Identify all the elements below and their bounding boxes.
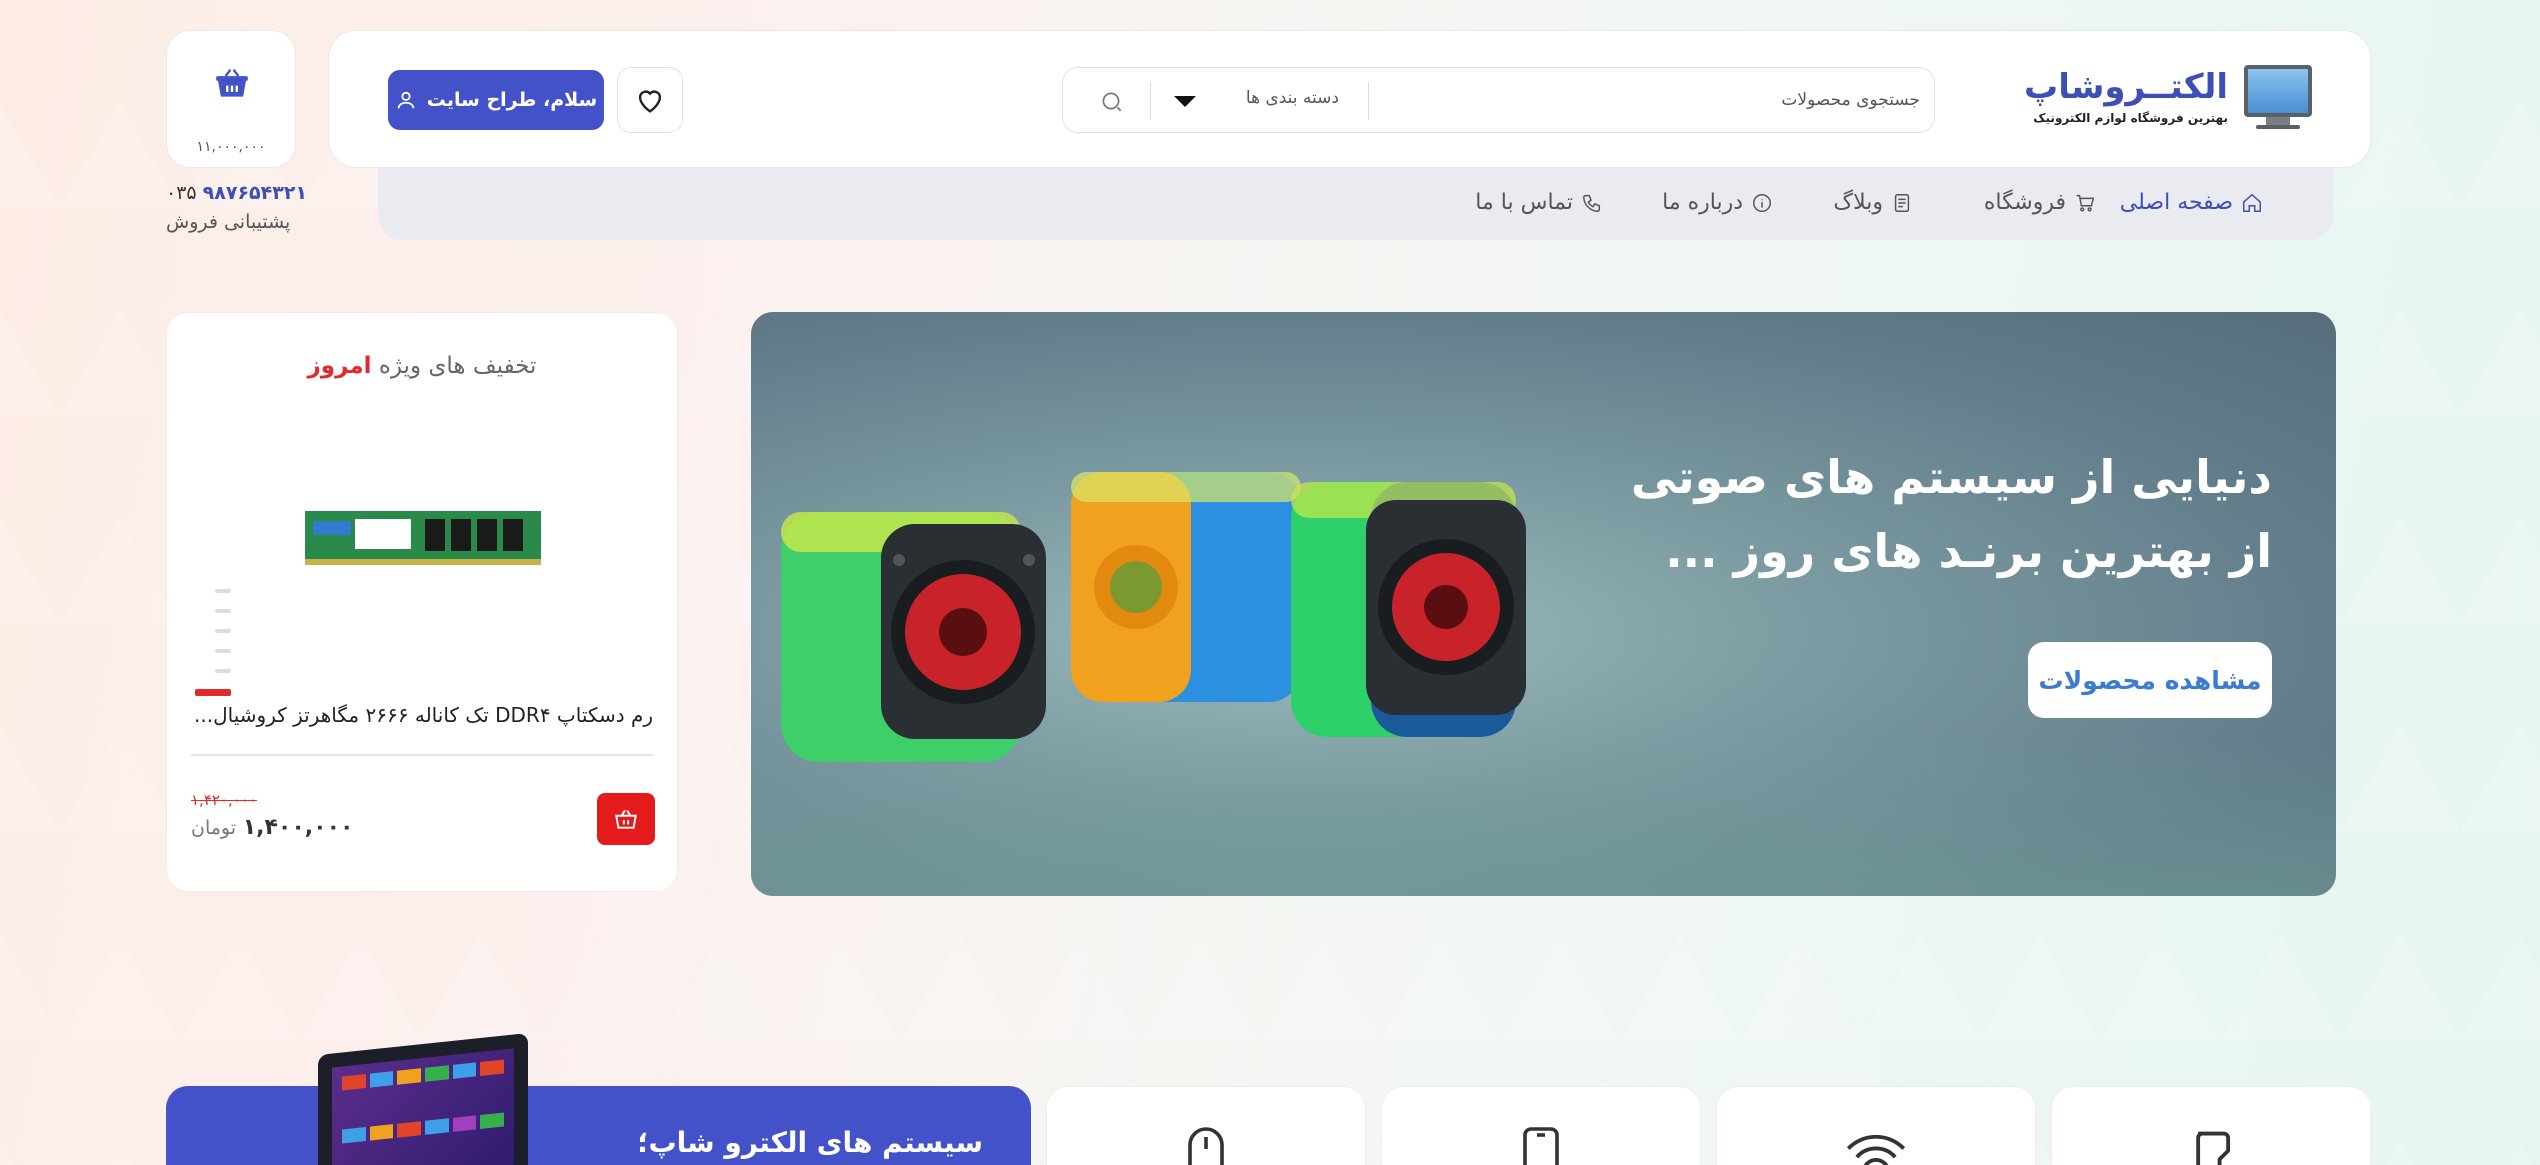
user-greeting: سلام، طراح سایت <box>426 89 598 111</box>
nav-item-label: درباره ما <box>1662 190 1743 215</box>
carousel-dot[interactable] <box>215 609 231 613</box>
divider <box>191 754 653 756</box>
monitor-base <box>2256 125 2300 129</box>
tile <box>480 1059 504 1076</box>
carousel-dots <box>195 589 231 712</box>
laptop-image <box>318 1032 528 1165</box>
search-icon[interactable] <box>1098 88 1124 114</box>
search-divider <box>1150 82 1151 120</box>
nav-item-label: صفحه اصلی <box>2119 190 2233 215</box>
site-logo[interactable]: الکتــروشاپ بهترین فروشگاه لوازم الکترون… <box>2024 65 2312 131</box>
category-card-accessory[interactable] <box>2051 1086 2371 1165</box>
brand-name: الکتــروشاپ <box>2024 67 2228 107</box>
systems-banner[interactable]: سیستم های الکترو شاپ؛ <box>166 1032 1031 1165</box>
tile <box>452 1115 477 1132</box>
tile <box>397 1121 422 1138</box>
product-name[interactable]: رم دسکتاپ DDR۴ تک کاناله ۲۶۶۶ مگاهرتز کر… <box>194 703 653 727</box>
support-label: پشتیبانی فروش <box>166 211 291 233</box>
nav-item-home[interactable]: صفحه اصلی <box>2120 190 2263 215</box>
hero-title-line: دنیایی از سیستم های صوتی <box>1630 450 2272 504</box>
document-icon <box>1894 193 1910 212</box>
tile <box>397 1068 422 1085</box>
systems-title: سیستم های الکترو شاپ؛ <box>637 1126 983 1159</box>
heart-icon <box>638 90 662 113</box>
category-card-mouse[interactable] <box>1046 1086 1366 1165</box>
basket-icon <box>216 69 248 97</box>
header: الکتــروشاپ بهترین فروشگاه لوازم الکترون… <box>328 30 2371 168</box>
hero-title-line: از بهترین برنـد های روز ... <box>1665 524 2272 578</box>
category-card-mobile[interactable] <box>1381 1086 1701 1165</box>
deal-title-main: تخفیف های ویژه <box>378 353 537 379</box>
tile <box>425 1118 449 1135</box>
add-to-cart-button[interactable] <box>597 793 655 845</box>
laptop-screen <box>332 1048 514 1165</box>
caret-down-icon[interactable] <box>1174 96 1196 107</box>
category-card-network[interactable] <box>1716 1086 2036 1165</box>
tile <box>425 1065 449 1082</box>
nav-item-blog[interactable]: وبلاگ <box>1833 190 1913 215</box>
nav-item-shop[interactable]: فروشگاه <box>1984 190 2096 215</box>
deal-title-highlight: امروز <box>307 353 372 379</box>
wifi-icon <box>1846 1134 1906 1165</box>
mobile-icon <box>1523 1127 1559 1165</box>
ram-product-image[interactable] <box>305 511 541 567</box>
carousel-dot[interactable] <box>215 669 231 673</box>
nav-item-contact[interactable]: تماس با ما <box>1475 190 1603 215</box>
info-icon <box>1753 193 1771 212</box>
mouse-icon <box>1188 1127 1224 1165</box>
hero-banner: دنیایی از سیستم های صوتی از بهترین برنـد… <box>751 312 2336 896</box>
carousel-dot[interactable] <box>215 589 231 593</box>
home-icon <box>2243 193 2261 212</box>
phone-icon <box>1583 194 1601 212</box>
phone-number: ۹۸۷۶۵۴۳۲۱ <box>202 182 308 204</box>
nav-item-label: فروشگاه <box>1983 190 2066 215</box>
user-account-button[interactable]: سلام، طراح سایت <box>388 70 604 130</box>
tile <box>342 1127 366 1144</box>
tile <box>342 1074 366 1091</box>
carousel-dot[interactable] <box>215 629 231 633</box>
old-price: ۱,۴۲۰,۰۰۰ <box>191 791 257 809</box>
device-icon <box>2196 1131 2231 1165</box>
support-phone[interactable]: ۰۳۵ ۹۸۷۶۵۴۳۲۱ <box>166 182 307 204</box>
search-bar: دسته بندی ها <box>1062 67 1935 133</box>
new-price: ۱,۴۰۰,۰۰۰ تومان <box>191 815 353 840</box>
basket-icon <box>615 809 637 829</box>
deal-title: تخفیف های ویژه امروز <box>167 353 677 379</box>
search-divider <box>1368 82 1369 120</box>
carousel-dot-active[interactable] <box>195 689 231 696</box>
wishlist-button[interactable] <box>617 67 683 133</box>
nav-item-about[interactable]: درباره ما <box>1662 190 1773 215</box>
carousel-dot[interactable] <box>215 649 231 653</box>
cart-icon <box>2076 194 2095 212</box>
hero-title: دنیایی از سیستم های صوتی از بهترین برنـد… <box>1631 440 2272 588</box>
cart-button[interactable]: ۱۱,۰۰۰,۰۰۰ <box>166 30 296 168</box>
cart-total: ۱۱,۰۰۰,۰۰۰ <box>196 139 266 155</box>
monitor-icon <box>2244 65 2312 117</box>
search-input[interactable] <box>1380 80 1920 120</box>
main-nav: صفحه اصلی فروشگاه وبلاگ درباره ما تماس ب… <box>378 168 2333 240</box>
speakers-image <box>781 472 1526 762</box>
nav-item-label: تماس با ما <box>1475 190 1573 215</box>
brand-tagline: بهترین فروشگاه لوازم الکترونیک <box>2033 111 2228 125</box>
tile <box>369 1124 394 1141</box>
new-price-value: ۱,۴۰۰,۰۰۰ <box>242 815 354 840</box>
nav-item-label: وبلاگ <box>1833 190 1883 215</box>
daily-deal-card: تخفیف های ویژه امروز رم دسکتاپ DDR۴ تک ک… <box>166 312 678 892</box>
tile <box>452 1062 477 1079</box>
category-dropdown-label[interactable]: دسته بندی ها <box>1246 88 1339 108</box>
tile <box>480 1112 504 1129</box>
user-icon <box>397 91 415 109</box>
tile <box>369 1071 394 1088</box>
view-products-button[interactable]: مشاهده محصولات <box>2028 642 2272 718</box>
phone-prefix: ۰۳۵ <box>166 182 197 204</box>
currency-label: تومان <box>191 817 237 839</box>
